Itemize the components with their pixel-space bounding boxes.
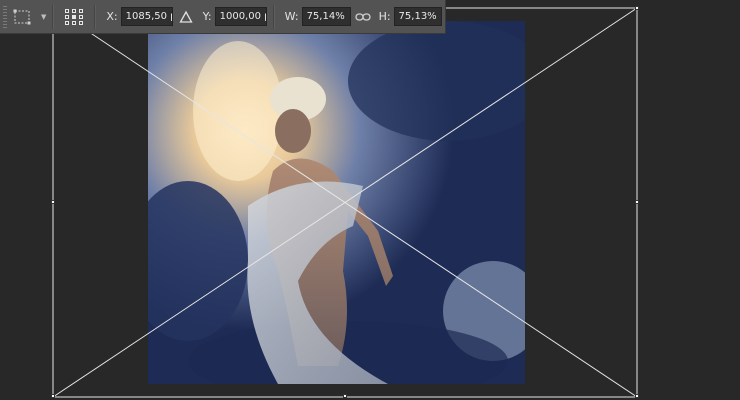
- height-scale-field[interactable]: 75,13%: [393, 7, 442, 26]
- y-label: Y:: [202, 10, 212, 23]
- divider: [272, 4, 275, 29]
- transform-handle-middle-right[interactable]: [635, 200, 639, 204]
- x-label: X:: [106, 10, 118, 23]
- document-canvas-image[interactable]: [148, 21, 525, 384]
- link-chain-icon[interactable]: [354, 11, 371, 23]
- transform-options-bar: ▼ X: 1085,50 px Y: 1000,00 px W: 75,14% …: [0, 0, 446, 34]
- x-position-field[interactable]: 1085,50 px: [120, 7, 173, 26]
- transform-handle-bottom-left[interactable]: [51, 394, 55, 398]
- transform-handle-top-right[interactable]: [635, 6, 639, 10]
- transform-handle-bottom-middle[interactable]: [343, 394, 347, 398]
- relative-position-triangle-icon[interactable]: [179, 10, 193, 24]
- tool-preset-chevron-down-icon[interactable]: ▼: [41, 13, 46, 21]
- width-scale-field[interactable]: 75,14%: [301, 7, 351, 26]
- w-label: W:: [284, 10, 299, 23]
- divider: [52, 4, 55, 29]
- options-bar-grip[interactable]: [3, 5, 7, 28]
- reference-point-grid-icon[interactable]: [64, 8, 84, 26]
- transform-handle-middle-left[interactable]: [51, 200, 55, 204]
- h-label: H:: [378, 10, 391, 23]
- y-position-field[interactable]: 1000,00 px: [214, 7, 267, 26]
- transform-tool-icon[interactable]: [13, 9, 33, 25]
- transform-handle-bottom-right[interactable]: [635, 394, 639, 398]
- divider: [94, 4, 97, 29]
